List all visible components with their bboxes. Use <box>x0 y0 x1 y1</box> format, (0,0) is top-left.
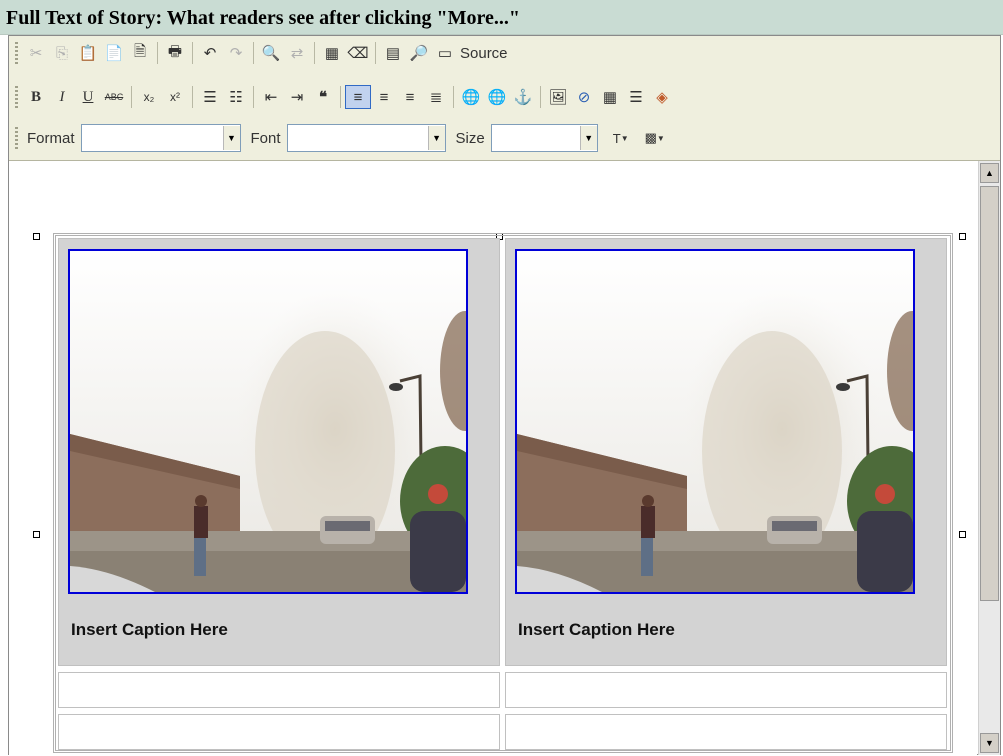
select-all-icon[interactable]: ▦ <box>319 41 345 65</box>
preview-icon[interactable]: 🔎 <box>406 41 432 65</box>
table-cell[interactable] <box>505 672 947 708</box>
special-char-icon[interactable]: ◈ <box>649 85 675 109</box>
water-main-break-photo <box>70 251 466 592</box>
link-icon[interactable]: 🌐 <box>458 85 484 109</box>
toolbar-separator <box>192 42 193 64</box>
scrollbar-thumb[interactable] <box>980 186 999 601</box>
cut-icon[interactable]: ✂ <box>23 41 49 65</box>
horizontal-rule-icon[interactable]: ☰ <box>623 85 649 109</box>
align-center-icon[interactable]: ≡ <box>371 85 397 109</box>
format-select[interactable]: ▼ <box>80 124 241 152</box>
toolbar-separator <box>192 86 193 108</box>
format-label: Format <box>27 129 75 147</box>
background-color-icon[interactable]: ▩ ▼ <box>638 126 672 150</box>
toolbar-separator <box>131 86 132 108</box>
editor-content-area[interactable]: Insert Caption Here Insert Caption Here <box>9 161 977 755</box>
size-select-value <box>492 126 580 150</box>
table-cell[interactable] <box>58 714 500 750</box>
water-main-break-photo <box>517 251 913 592</box>
source-icon[interactable]: ▭ <box>432 41 458 65</box>
paste-word-icon[interactable]: 🗎 <box>127 41 153 65</box>
undo-icon[interactable]: ↶ <box>197 41 223 65</box>
align-right-icon[interactable]: ≡ <box>397 85 423 109</box>
toolbar-separator <box>314 42 315 64</box>
toolbar-separator <box>253 86 254 108</box>
toolbar-row-2: B I U ABC x₂ x² ☰ ☷ ⇤ ⇥ ❝ ≡ ≡ ≡ ≣ 🌐 🌐 ⚓ … <box>13 83 675 111</box>
editor-toolbar: ✂ ⎘ 📋 📄 🗎 🖶 ↶ ↷ 🔍 ⇄ ▦ ⌫ ▤ 🔎 ▭ Source B I <box>9 36 1000 161</box>
toolbar-grip[interactable] <box>15 86 18 108</box>
remove-format-icon[interactable]: ⌫ <box>345 41 371 65</box>
rich-text-editor: ✂ ⎘ 📋 📄 🗎 🖶 ↶ ↷ 🔍 ⇄ ▦ ⌫ ▤ 🔎 ▭ Source B I <box>8 35 1001 755</box>
resize-handle[interactable] <box>33 531 40 538</box>
show-blocks-icon[interactable]: ▤ <box>380 41 406 65</box>
unlink-icon[interactable]: 🌐 <box>484 85 510 109</box>
blockquote-icon[interactable]: ❝ <box>310 85 336 109</box>
story-photo[interactable] <box>68 249 468 594</box>
bulleted-list-icon[interactable]: ☷ <box>223 85 249 109</box>
toolbar-separator <box>340 86 341 108</box>
toolbar-separator <box>253 42 254 64</box>
font-label: Font <box>250 129 281 147</box>
table-cell[interactable] <box>505 714 947 750</box>
flash-icon[interactable]: ⊘ <box>571 85 597 109</box>
toolbar-grip[interactable] <box>15 127 18 149</box>
font-select-value <box>288 126 428 150</box>
resize-handle[interactable] <box>33 233 40 240</box>
bold-icon[interactable]: B <box>23 85 49 109</box>
toolbar-separator <box>157 42 158 64</box>
font-select[interactable]: ▼ <box>286 124 446 152</box>
format-select-value <box>82 126 223 150</box>
replace-icon[interactable]: ⇄ <box>284 41 310 65</box>
chevron-down-icon[interactable]: ▼ <box>222 126 240 150</box>
print-icon[interactable]: 🖶 <box>162 41 188 65</box>
resize-handle[interactable] <box>959 233 966 240</box>
toolbar-separator <box>453 86 454 108</box>
photo-cell[interactable]: Insert Caption Here <box>58 238 500 666</box>
numbered-list-icon[interactable]: ☰ <box>197 85 223 109</box>
subscript-icon[interactable]: x₂ <box>136 85 162 109</box>
strikethrough-icon[interactable]: ABC <box>101 85 127 109</box>
outdent-icon[interactable]: ⇤ <box>258 85 284 109</box>
redo-icon[interactable]: ↷ <box>223 41 249 65</box>
indent-icon[interactable]: ⇥ <box>284 85 310 109</box>
paste-icon[interactable]: 📋 <box>75 41 101 65</box>
page-header: Full Text of Story: What readers see aft… <box>0 0 1003 35</box>
image-icon[interactable]: 🖼 <box>545 85 571 109</box>
photo-cell[interactable]: Insert Caption Here <box>505 238 947 666</box>
toolbar-separator <box>540 86 541 108</box>
copy-icon[interactable]: ⎘ <box>49 41 75 65</box>
superscript-icon[interactable]: x² <box>162 85 188 109</box>
table-icon[interactable]: ▦ <box>597 85 623 109</box>
italic-icon[interactable]: I <box>49 85 75 109</box>
table-cell[interactable] <box>58 672 500 708</box>
text-color-icon[interactable]: T ▼ <box>604 126 638 150</box>
toolbar-row-1: ✂ ⎘ 📋 📄 🗎 🖶 ↶ ↷ 🔍 ⇄ ▦ ⌫ ▤ 🔎 ▭ Source <box>13 39 508 67</box>
page-title: Full Text of Story: What readers see aft… <box>6 7 520 29</box>
toolbar-separator <box>375 42 376 64</box>
resize-handle[interactable] <box>959 531 966 538</box>
anchor-icon[interactable]: ⚓ <box>510 85 536 109</box>
size-label: Size <box>455 129 485 147</box>
photo-caption[interactable]: Insert Caption Here <box>71 620 228 640</box>
chevron-down-icon[interactable]: ▼ <box>579 126 597 150</box>
underline-icon[interactable]: U <box>75 85 101 109</box>
source-button-label[interactable]: Source <box>458 45 508 62</box>
photo-table[interactable]: Insert Caption Here Insert Caption Here <box>53 233 953 753</box>
story-photo[interactable] <box>515 249 915 594</box>
toolbar-row-3: Format ▼ Font ▼ Size ▼ T ▼ ▩ ▼ <box>13 124 672 152</box>
scroll-down-icon[interactable]: ▼ <box>980 733 999 753</box>
vertical-scrollbar[interactable]: ▲ ▼ <box>978 161 1000 755</box>
scroll-up-icon[interactable]: ▲ <box>980 163 999 183</box>
size-select[interactable]: ▼ <box>490 124 598 152</box>
toolbar-grip[interactable] <box>15 42 18 64</box>
justify-icon[interactable]: ≣ <box>423 85 449 109</box>
paste-text-icon[interactable]: 📄 <box>101 41 127 65</box>
chevron-down-icon[interactable]: ▼ <box>427 126 445 150</box>
photo-caption[interactable]: Insert Caption Here <box>518 620 675 640</box>
find-icon[interactable]: 🔍 <box>258 41 284 65</box>
align-left-icon[interactable]: ≡ <box>345 85 371 109</box>
